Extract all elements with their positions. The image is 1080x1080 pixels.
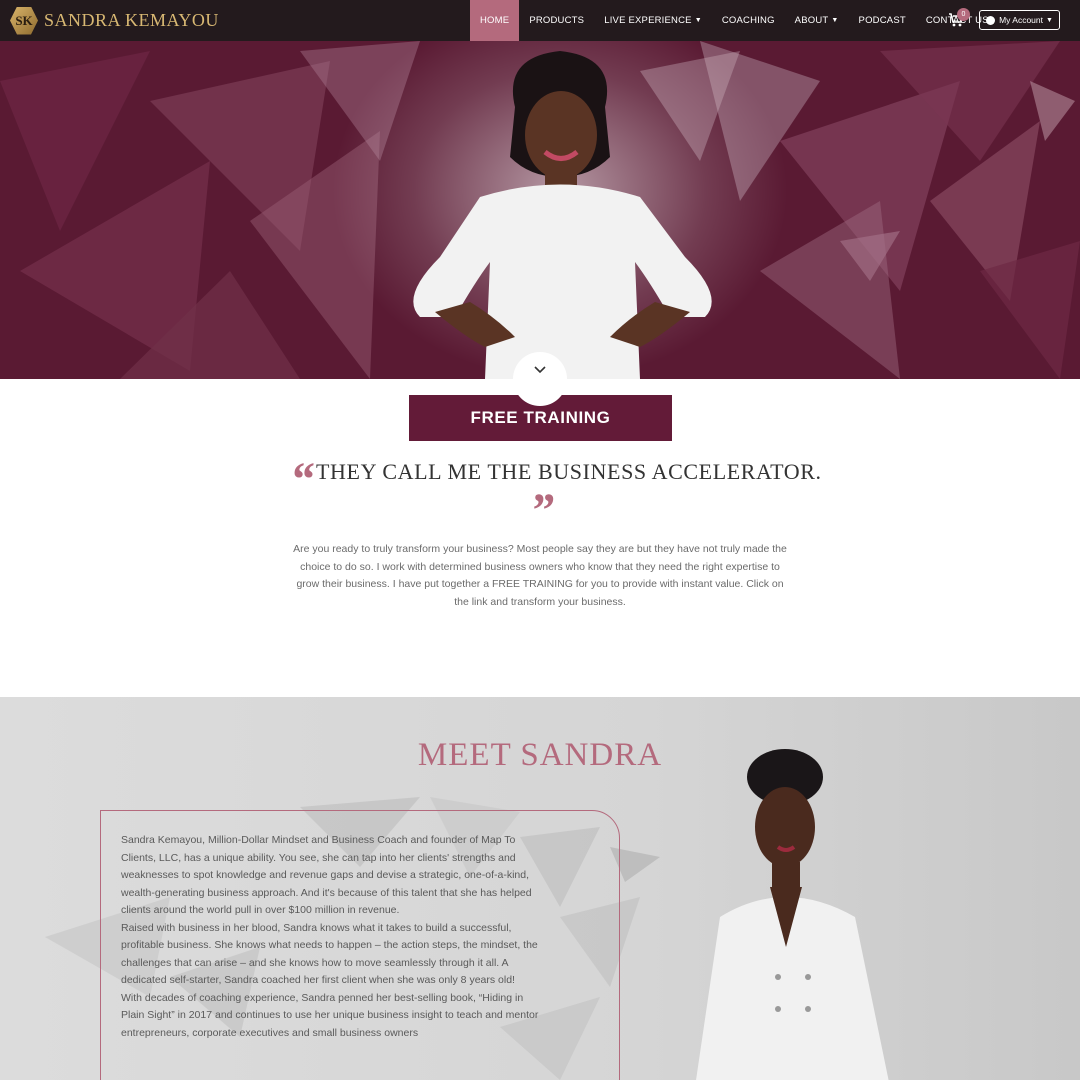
brand-name: SANDRA KEMAYOU xyxy=(44,10,219,30)
menu-item-live-experience[interactable]: LIVE EXPERIENCE ▼ xyxy=(594,0,712,41)
bio-text: Sandra Kemayou, Million-Dollar Mindset a… xyxy=(121,832,546,1042)
caret-down-icon: ▼ xyxy=(831,17,839,24)
my-account-label: My Account xyxy=(999,15,1043,25)
hero-banner xyxy=(0,41,1080,379)
sandra-portrait-image xyxy=(696,749,889,1080)
menu-item-home[interactable]: HOME xyxy=(470,0,520,41)
chevron-down-icon xyxy=(534,366,546,374)
menu-item-podcast[interactable]: PODCAST xyxy=(849,0,916,41)
menu-label: LIVE EXPERIENCE xyxy=(604,15,692,26)
menu-item-about[interactable]: ABOUT ▼ xyxy=(785,0,849,41)
section-headline: THEY CALL ME THE BUSINESS ACCELERATOR. xyxy=(316,459,822,484)
top-navbar: SK SANDRA KEMAYOU HOME PRODUCTS LIVE EXP… xyxy=(0,0,1080,41)
menu-item-products[interactable]: PRODUCTS xyxy=(519,0,594,41)
scroll-down-button[interactable] xyxy=(513,352,567,406)
menu-label: COACHING xyxy=(721,15,775,26)
menu-label: PODCAST xyxy=(858,15,906,26)
caret-down-icon: ▼ xyxy=(1046,16,1053,24)
menu-label: HOME xyxy=(480,15,510,26)
bio-paragraph: Sandra Kemayou, Million-Dollar Mindset a… xyxy=(121,834,532,916)
bio-paragraph: Raised with business in her blood, Sandr… xyxy=(121,921,538,987)
user-circle-icon xyxy=(986,15,996,25)
intro-paragraph: Are you ready to truly transform your bu… xyxy=(293,543,787,608)
bio-paragraph: With decades of coaching experience, San… xyxy=(121,991,539,1039)
cart-count-badge: 0 xyxy=(957,8,970,21)
close-quote-mark: ” xyxy=(530,484,554,537)
menu-label: PRODUCTS xyxy=(529,15,585,26)
my-account-button[interactable]: My Account ▼ xyxy=(979,10,1060,30)
cart-button[interactable]: 0 xyxy=(948,8,970,30)
main-menu: HOME PRODUCTS LIVE EXPERIENCE ▼ COACHING … xyxy=(470,0,999,41)
menu-label: ABOUT xyxy=(794,15,829,26)
open-quote-mark: “ xyxy=(290,453,314,506)
brand-link[interactable]: SK SANDRA KEMAYOU xyxy=(10,6,219,35)
meet-sandra-section: MEET SANDRA Sandra Kemayou, Million-Doll… xyxy=(0,697,1080,1080)
menu-item-coaching[interactable]: COACHING xyxy=(712,0,785,41)
hero-portrait-image xyxy=(413,51,712,379)
brand-logo-icon: SK xyxy=(10,6,38,35)
caret-down-icon: ▼ xyxy=(694,17,702,24)
